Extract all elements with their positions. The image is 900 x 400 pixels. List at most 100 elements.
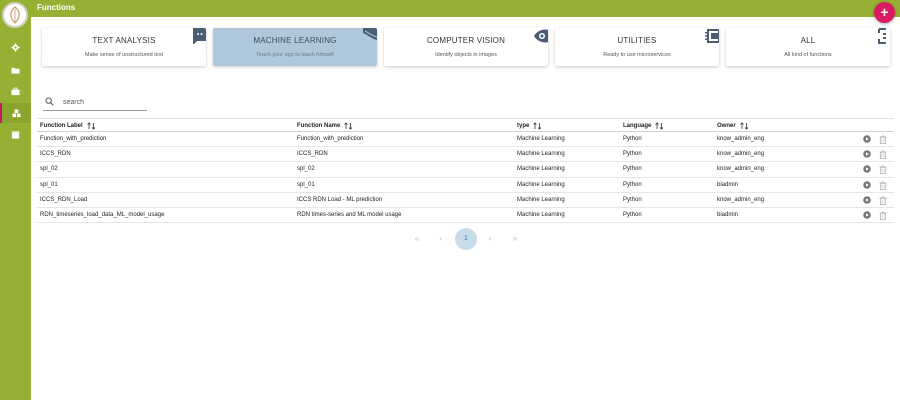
table-cell: Python bbox=[623, 136, 642, 142]
delete-icon[interactable] bbox=[879, 165, 887, 175]
run-function-icon[interactable] bbox=[863, 150, 871, 158]
table-cell: spl_01 bbox=[297, 181, 315, 188]
run-function-icon[interactable] bbox=[863, 211, 871, 219]
delete-icon[interactable] bbox=[879, 181, 887, 190]
page-number-current[interactable]: 1 bbox=[455, 228, 477, 250]
category-card-computer-vision[interactable]: COMPUTER VISION Identify objects in imag… bbox=[384, 28, 548, 66]
sidebar-item-files[interactable] bbox=[0, 60, 31, 80]
table-cell: RDN times-series and ML model usage bbox=[297, 211, 402, 218]
table-cell: spl_01 bbox=[40, 181, 58, 188]
sidebar-item-schedule[interactable] bbox=[0, 124, 31, 144]
gear-icon bbox=[11, 42, 20, 52]
sort-icon[interactable] bbox=[344, 122, 353, 130]
column-header[interactable]: type bbox=[517, 122, 542, 130]
table-cell: ICCS_RDN bbox=[40, 151, 71, 158]
table-cell: Function_with_prediction bbox=[297, 136, 364, 142]
app-root: Functions + TEXT ANALYSIS Make sense of … bbox=[0, 0, 900, 400]
table-cell: Python bbox=[623, 211, 642, 218]
table-cell: Machine Learning bbox=[517, 181, 565, 188]
cubes-icon bbox=[12, 108, 21, 117]
table-cell: Python bbox=[623, 196, 642, 203]
delete-icon[interactable] bbox=[879, 135, 887, 144]
table-row[interactable]: spl_01 spl_01 Machine Learning Python biadmi… bbox=[37, 178, 894, 193]
sort-icon[interactable] bbox=[655, 122, 664, 130]
column-header[interactable]: Owner bbox=[717, 122, 749, 130]
previous-page-button[interactable]: ‹ bbox=[431, 229, 451, 249]
add-function-button[interactable]: + bbox=[874, 2, 895, 23]
run-function-icon[interactable] bbox=[863, 135, 871, 143]
column-header[interactable]: Language bbox=[623, 122, 664, 130]
sort-icon[interactable] bbox=[533, 122, 542, 130]
table-cell: ICCS_RDN bbox=[297, 151, 328, 158]
search-input[interactable] bbox=[63, 96, 143, 108]
category-card-text-analysis[interactable]: TEXT ANALYSIS Make sense of unstructured… bbox=[42, 28, 206, 66]
sidebar-item-functions[interactable] bbox=[0, 103, 31, 123]
table-cell: Machine Learning bbox=[517, 136, 565, 142]
table-cell: ICCS RDN Load - ML prediction bbox=[297, 196, 383, 203]
sidebar-item-jobs[interactable] bbox=[0, 81, 31, 101]
category-card-all[interactable]: ALL All kind of functions bbox=[726, 28, 890, 66]
run-function-icon[interactable] bbox=[863, 165, 871, 174]
category-subtitle: All kind of functions bbox=[784, 52, 832, 58]
next-page-button[interactable]: › bbox=[480, 229, 500, 249]
leaf-logo-icon bbox=[10, 6, 20, 24]
table-header: Function Label Function Name type Language O… bbox=[37, 118, 894, 132]
table-cell: know_admin_eng bbox=[717, 196, 765, 203]
table-cell: biadmin bbox=[717, 211, 739, 218]
table-cell: Function_with_prediction bbox=[40, 136, 107, 142]
delete-icon[interactable] bbox=[879, 196, 887, 205]
table-cell: know_admin_eng bbox=[717, 151, 765, 158]
briefcase-icon bbox=[11, 87, 20, 95]
functions-table: Function Label Function Name type Language O… bbox=[37, 118, 894, 224]
last-page-button[interactable]: » bbox=[505, 229, 525, 249]
category-card-utilities[interactable]: UTILITIES Ready to use microservices bbox=[555, 28, 719, 66]
table-row[interactable]: Function_with_prediction Function_with_pr… bbox=[37, 132, 894, 148]
category-card-machine-learning[interactable]: MACHINE LEARNING Teach your app to teach… bbox=[213, 28, 377, 66]
table-cell: Python bbox=[623, 181, 642, 188]
sidebar-item-settings[interactable] bbox=[0, 37, 31, 57]
table-cell: spl_02 bbox=[297, 166, 315, 173]
sidebar bbox=[0, 0, 31, 400]
grid-icon bbox=[878, 28, 886, 44]
table-cell: know_admin_eng bbox=[717, 136, 765, 142]
table-row[interactable]: RDN_timeseries_load_data_ML_model_usage R… bbox=[37, 208, 894, 224]
category-subtitle: Make sense of unstructured text bbox=[84, 52, 164, 58]
folder-icon bbox=[11, 67, 20, 74]
category-subtitle: Identify objects in images bbox=[435, 52, 497, 58]
delete-icon[interactable] bbox=[879, 150, 887, 160]
sort-icon[interactable] bbox=[739, 122, 749, 130]
table-cell: Python bbox=[623, 166, 642, 173]
table-cell: Machine Learning bbox=[517, 211, 565, 218]
column-header[interactable]: Function Label bbox=[40, 122, 96, 130]
table-row[interactable]: ICCS_RDN_Load ICCS RDN Load - ML predicti… bbox=[37, 193, 894, 208]
category-title: TEXT ANALYSIS bbox=[92, 36, 156, 45]
table-cell: Machine Learning bbox=[517, 166, 565, 173]
page-title: Functions bbox=[37, 3, 76, 12]
run-function-icon[interactable] bbox=[863, 195, 871, 204]
column-header[interactable]: Function Name bbox=[297, 122, 353, 130]
column-header-label: Owner bbox=[717, 123, 736, 129]
eye-icon bbox=[534, 29, 548, 43]
delete-icon[interactable] bbox=[879, 211, 887, 220]
table-row[interactable]: spl_02 spl_02 Machine Learning Python know_a… bbox=[37, 162, 894, 178]
chat-bubble-icon bbox=[193, 28, 206, 44]
category-subtitle: Teach your app to teach himself bbox=[256, 52, 334, 58]
table-cell: Machine Learning bbox=[517, 151, 565, 158]
table-cell: biadmin bbox=[717, 181, 739, 188]
column-header-label: type bbox=[517, 123, 530, 129]
table-row[interactable]: ICCS_RDN ICCS_RDN Machine Learning Python kn… bbox=[37, 147, 894, 163]
calendar-icon bbox=[11, 130, 20, 139]
table-body: Function_with_prediction Function_with_pr… bbox=[37, 132, 894, 224]
table-cell: Machine Learning bbox=[517, 196, 565, 203]
category-subtitle: Ready to use microservices bbox=[603, 52, 671, 58]
table-cell: spl_02 bbox=[40, 166, 58, 173]
app-logo[interactable] bbox=[2, 2, 28, 28]
table-cell: ICCS_RDN_Load bbox=[40, 196, 88, 203]
run-function-icon[interactable] bbox=[863, 180, 871, 189]
table-cell: Python bbox=[623, 151, 642, 158]
column-header-label: Function Name bbox=[297, 123, 341, 129]
pagination: « ‹ 1 › » bbox=[0, 228, 900, 250]
first-page-button[interactable]: « bbox=[407, 229, 427, 249]
sort-icon[interactable] bbox=[86, 122, 96, 130]
brain-icon bbox=[363, 28, 377, 40]
